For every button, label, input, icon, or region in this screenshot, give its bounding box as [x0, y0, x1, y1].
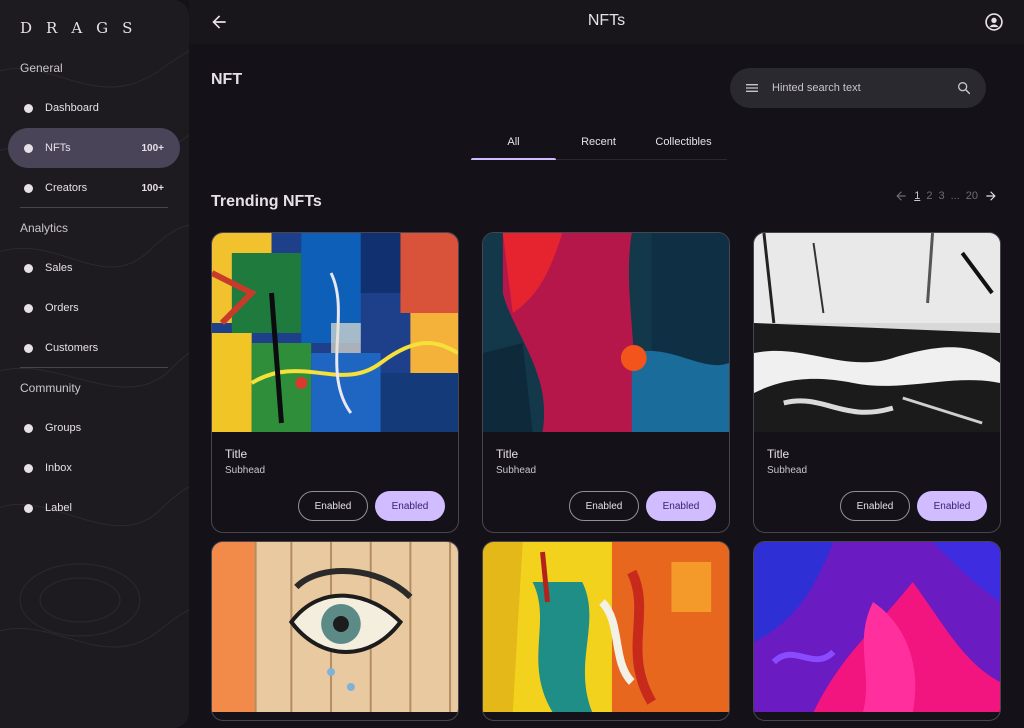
- search-input[interactable]: [772, 82, 956, 94]
- card-title: Title: [225, 447, 248, 461]
- bullet-icon: [24, 103, 33, 113]
- top-app-bar: NFTs: [189, 0, 1024, 44]
- outlined-button[interactable]: Enabled: [298, 491, 368, 521]
- nft-image[interactable]: [212, 542, 458, 712]
- bullet-icon: [24, 503, 33, 513]
- nft-card[interactable]: Title Subhead Enabled Enabled: [211, 232, 459, 533]
- eye-mural-image: [212, 542, 458, 712]
- search-icon[interactable]: [956, 80, 972, 96]
- sidebar-item-creators[interactable]: Creators 100+: [8, 168, 180, 208]
- nft-image[interactable]: [212, 233, 458, 432]
- tab-bar: All Recent Collectibles: [471, 126, 727, 160]
- sidebar: DRAGS General Dashboard NFTs 100+ Creato…: [0, 0, 189, 728]
- content-heading: NFT: [211, 71, 243, 88]
- sidebar-item-customers[interactable]: Customers: [8, 328, 180, 368]
- page-number[interactable]: 3: [938, 190, 944, 202]
- abstract-painting-image: [754, 233, 1000, 432]
- bullet-icon: [24, 343, 33, 353]
- abstract-painting-image: [212, 233, 458, 432]
- abstract-painting-image: [483, 233, 729, 432]
- filled-button[interactable]: Enabled: [646, 491, 716, 521]
- next-page-icon[interactable]: [984, 189, 998, 203]
- card-subhead: Subhead: [767, 465, 808, 476]
- sidebar-item-label: Inbox: [45, 462, 72, 474]
- nft-card[interactable]: Title Subhead Enabled Enabled: [753, 232, 1001, 533]
- sidebar-item-label: Sales: [45, 262, 73, 274]
- count-badge: 100+: [141, 142, 164, 154]
- filled-button[interactable]: Enabled: [375, 491, 445, 521]
- divider: [20, 367, 168, 368]
- divider: [20, 207, 168, 208]
- nft-image[interactable]: [483, 542, 729, 712]
- filled-button[interactable]: Enabled: [917, 491, 987, 521]
- sidebar-item-label: Orders: [45, 302, 79, 314]
- section-title-analytics: Analytics: [20, 221, 69, 235]
- nft-card[interactable]: [211, 541, 459, 721]
- page-title: NFTs: [587, 12, 626, 29]
- sidebar-item-sales[interactable]: Sales: [8, 248, 180, 288]
- bullet-icon: [24, 303, 33, 313]
- page-number[interactable]: 2: [926, 190, 932, 202]
- card-title: Title: [767, 447, 790, 461]
- outlined-button[interactable]: Enabled: [840, 491, 910, 521]
- sidebar-item-label: Dashboard: [45, 102, 99, 114]
- nft-card[interactable]: [482, 541, 730, 721]
- bullet-icon: [24, 423, 33, 433]
- section-title-general: General: [20, 61, 63, 75]
- tab-recent[interactable]: Recent: [556, 126, 641, 159]
- main-content: NFT All Recent Collectibles Trending NFT…: [189, 44, 1024, 728]
- sidebar-item-label: Customers: [45, 342, 99, 354]
- nft-image[interactable]: [483, 233, 729, 432]
- prev-page-icon[interactable]: [894, 189, 908, 203]
- pagination: 1 2 3 ... 20: [894, 189, 998, 203]
- section-heading: Trending NFTs: [211, 193, 322, 210]
- tab-collectibles[interactable]: Collectibles: [641, 126, 726, 159]
- bullet-icon: [24, 263, 33, 273]
- card-subhead: Subhead: [496, 465, 537, 476]
- card-title: Title: [496, 447, 519, 461]
- nft-image[interactable]: [754, 233, 1000, 432]
- sidebar-item-dashboard[interactable]: Dashboard: [8, 88, 180, 128]
- bullet-icon: [24, 183, 33, 193]
- section-title-community: Community: [20, 381, 81, 395]
- sidebar-item-orders[interactable]: Orders: [8, 288, 180, 328]
- nft-image[interactable]: [754, 542, 1000, 712]
- page-ellipsis: ...: [950, 190, 960, 202]
- count-badge: 100+: [141, 182, 164, 194]
- sidebar-item-label: Label: [45, 502, 72, 514]
- sidebar-item-inbox[interactable]: Inbox: [8, 448, 180, 488]
- account-circle-icon[interactable]: [984, 12, 1004, 32]
- abstract-painting-image: [754, 542, 1000, 712]
- search-bar[interactable]: [730, 68, 986, 108]
- page-number[interactable]: 20: [966, 190, 978, 202]
- tab-all[interactable]: All: [471, 126, 556, 160]
- sidebar-item-label-item[interactable]: Label: [8, 488, 180, 528]
- sidebar-item-nfts[interactable]: NFTs 100+: [8, 128, 180, 168]
- sidebar-item-label: Groups: [45, 422, 82, 434]
- sidebar-item-groups[interactable]: Groups: [8, 408, 180, 448]
- card-subhead: Subhead: [225, 465, 266, 476]
- bullet-icon: [24, 143, 33, 153]
- page-number[interactable]: 1: [914, 190, 920, 202]
- nft-card[interactable]: Title Subhead Enabled Enabled: [482, 232, 730, 533]
- bullet-icon: [24, 463, 33, 473]
- abstract-painting-image: [483, 542, 729, 712]
- sidebar-item-label: Creators: [45, 182, 88, 194]
- nft-card[interactable]: [753, 541, 1001, 721]
- menu-icon[interactable]: [744, 80, 760, 96]
- outlined-button[interactable]: Enabled: [569, 491, 639, 521]
- sidebar-item-label: NFTs: [45, 142, 71, 154]
- brand-logo[interactable]: DRAGS: [20, 19, 146, 37]
